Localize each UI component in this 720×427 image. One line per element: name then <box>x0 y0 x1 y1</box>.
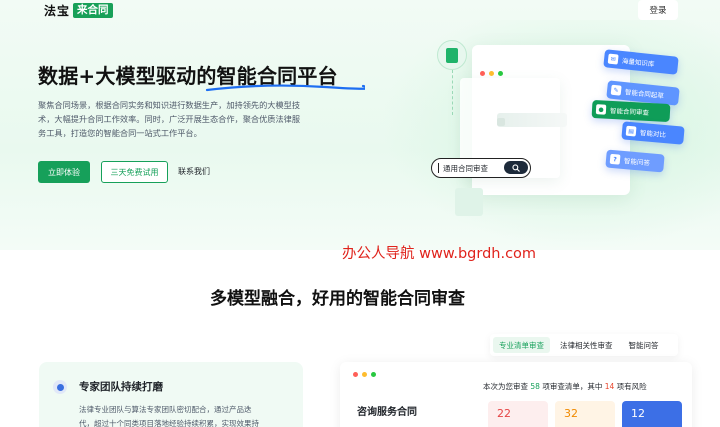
pill-label: 智能问答 <box>623 157 651 168</box>
summary-prefix: 本次为您审查 <box>483 382 528 391</box>
dot-yellow-icon <box>362 372 367 377</box>
summary-middle: 项审查清单，其中 <box>542 382 603 391</box>
summary-suffix: 项有风险 <box>616 382 647 391</box>
preview-window-dots <box>353 372 376 377</box>
connector-line <box>452 70 453 115</box>
tab-legal-relevance[interactable]: 法律相关性审查 <box>554 337 619 353</box>
dot-green-icon <box>498 71 503 76</box>
pen-icon: ✎ <box>610 84 622 96</box>
pill-label: 智能合同起草 <box>624 88 665 101</box>
review-summary: 本次为您审查 58 项审查清单，其中 14 项有风险 <box>483 381 647 392</box>
feature-description-line: 法律专业团队与算法专家团队密切配合，通过产品迭 <box>79 405 252 414</box>
logo-badge: 来合同 <box>73 2 113 18</box>
feature-description-line: 代，超过十个同类项目落地经验持续积累，实现效果持 <box>79 419 259 427</box>
book-icon: ✉ <box>607 53 619 65</box>
watermark-text: 办公人导航 www.bgrdh.com <box>342 246 537 262</box>
text-cursor-icon <box>438 163 439 173</box>
hero-description-line: 务工具，打造您的智能合同一站式工作平台。 <box>38 128 202 138</box>
hero-description-line: 术，大幅提升合同工作效率。同时，广泛开展生态合作，聚合优质法律服 <box>38 114 301 124</box>
dot-yellow-icon <box>489 71 494 76</box>
feature-title: 专家团队持续打磨 <box>79 381 163 393</box>
pill-label: 海量知识库 <box>621 57 655 69</box>
dot-red-icon <box>353 372 358 377</box>
decorative-square <box>455 188 483 216</box>
tab-smart-qa[interactable]: 智能问答 <box>623 337 665 353</box>
section-title: 多模型融合，好用的智能合同审查 <box>210 289 465 309</box>
illustration-bar-chip <box>497 118 505 126</box>
stat-passed[interactable]: 12 <box>622 401 682 427</box>
search-text: 通用合同审查 <box>443 163 488 173</box>
free-trial-button[interactable]: 三天免费试用 <box>101 161 168 183</box>
team-icon <box>53 380 67 394</box>
pill-label: 智能合同审查 <box>609 106 650 117</box>
dot-green-icon <box>371 372 376 377</box>
summary-risk-count: 14 <box>604 382 615 391</box>
title-underline-decoration <box>205 84 365 92</box>
logo-text: 法宝 <box>44 3 71 18</box>
hero-description: 聚焦合同场景，根据合同实务和知识进行数据生产，加持领先的大模型技 术，大幅提升合… <box>38 98 328 140</box>
illustration-bar <box>497 113 567 127</box>
try-now-button[interactable]: 立即体验 <box>38 161 90 183</box>
question-icon: ? <box>609 153 621 165</box>
contact-us-link[interactable]: 联系我们 <box>178 166 210 177</box>
pill-label: 智能对比 <box>639 128 667 140</box>
compare-icon: ▤ <box>625 125 637 137</box>
chat-icon: ● <box>595 104 607 115</box>
illustration-search-box[interactable]: 通用合同审查 <box>431 158 531 178</box>
contract-title: 咨询服务合同 <box>357 407 417 418</box>
dot-red-icon <box>480 71 485 76</box>
summary-count: 58 <box>530 382 540 391</box>
feature-description: 法律专业团队与算法专家团队密切配合，通过产品迭 代，超过十个同类项目落地经验持续… <box>79 403 294 427</box>
logo[interactable]: 法宝 来合同 <box>44 2 113 18</box>
search-button[interactable] <box>504 161 528 174</box>
login-button[interactable]: 登录 <box>638 0 678 20</box>
search-icon <box>512 163 520 172</box>
stat-medium-risk[interactable]: 32 <box>555 401 615 427</box>
document-icon <box>437 40 467 70</box>
hero-description-line: 聚焦合同场景，根据合同实务和知识进行数据生产，加持领先的大模型技 <box>38 100 301 110</box>
review-tab-bar: 专业清单审查 法律相关性审查 智能问答 <box>490 334 678 356</box>
tab-checklist-review[interactable]: 专业清单审查 <box>493 337 550 353</box>
stat-high-risk[interactable]: 22 <box>488 401 548 427</box>
window-dots <box>480 71 503 76</box>
